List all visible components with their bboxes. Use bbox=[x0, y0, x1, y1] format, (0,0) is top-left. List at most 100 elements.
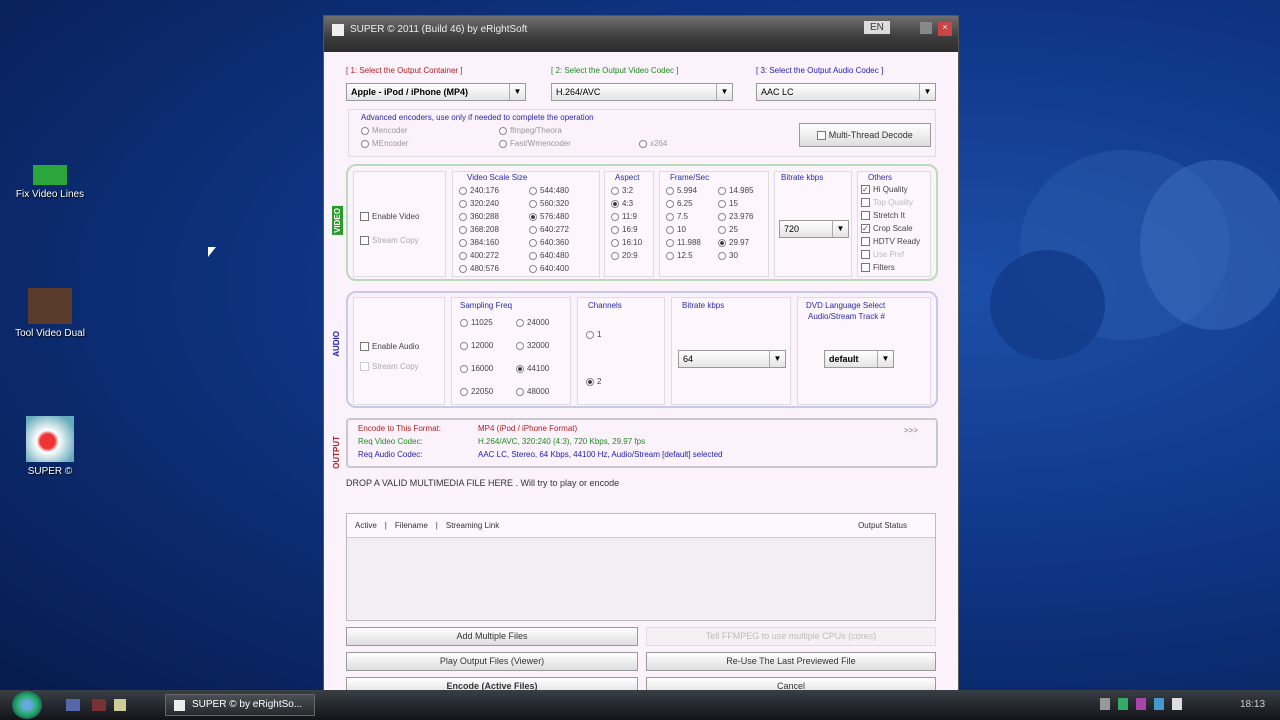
video-stream-copy-checkbox[interactable]: Stream Copy bbox=[360, 234, 419, 247]
sampling-freq-radio[interactable]: 44100 bbox=[516, 362, 572, 375]
checkbox bbox=[861, 237, 870, 246]
fps-radio[interactable]: 7.5 bbox=[666, 210, 718, 223]
scale-size-radio[interactable]: 640:360 bbox=[529, 236, 599, 249]
sampling-freq-radio[interactable]: 24000 bbox=[516, 316, 572, 329]
audio-codec-select[interactable]: AAC LC ▼ bbox=[756, 83, 936, 101]
enable-audio-checkbox[interactable]: Enable Audio bbox=[360, 340, 419, 353]
quick-launch-show-desktop-icon[interactable] bbox=[66, 699, 80, 711]
others-checkbox[interactable]: Top Quality bbox=[861, 196, 920, 209]
tray-app-icon[interactable] bbox=[1118, 698, 1128, 710]
advanced-encoder-option[interactable]: Mencoder bbox=[361, 124, 408, 137]
output-section-label: OUTPUT bbox=[332, 436, 341, 469]
fps-radio[interactable]: 30 bbox=[718, 249, 770, 262]
others-checkbox[interactable]: Stretch It bbox=[861, 209, 920, 222]
multi-thread-decode-button[interactable]: Multi-Thread Decode bbox=[799, 123, 931, 147]
add-files-button[interactable]: Add Multiple Files bbox=[346, 627, 638, 646]
window-title: SUPER © 2011 (Build 46) by eRightSoft bbox=[350, 24, 528, 35]
others-checkbox[interactable]: HDTV Ready bbox=[861, 235, 920, 248]
radio bbox=[459, 264, 467, 273]
scale-size-radio[interactable]: 560:320 bbox=[529, 197, 599, 210]
aspect-radio[interactable]: 16:9 bbox=[611, 223, 642, 236]
language-badge[interactable]: EN bbox=[864, 21, 890, 34]
clock[interactable]: 18:13 bbox=[1240, 699, 1265, 710]
scale-size-radio[interactable]: 576:480 bbox=[529, 210, 599, 223]
fps-radio[interactable]: 11.988 bbox=[666, 236, 718, 249]
fps-radio[interactable]: 5.994 bbox=[666, 184, 718, 197]
scale-size-radio[interactable]: 640:272 bbox=[529, 223, 599, 236]
aspect-radio[interactable]: 16:10 bbox=[611, 236, 642, 249]
column-filename[interactable]: Filename bbox=[395, 521, 428, 530]
advanced-encoder-option[interactable]: ffmpeg/Theora bbox=[499, 124, 571, 137]
network-icon[interactable] bbox=[1100, 698, 1110, 710]
file-list[interactable]: Active | Filename | Streaming Link Output St… bbox=[346, 513, 936, 621]
desktop-icon-fix-video[interactable]: Fix Video Lines bbox=[0, 165, 100, 200]
scale-size-radio[interactable]: 384:160 bbox=[459, 236, 529, 249]
aspect-radio[interactable]: 20:9 bbox=[611, 249, 642, 262]
others-checkbox[interactable]: ✓ Hi Quality bbox=[861, 183, 920, 196]
container-select[interactable]: Apple - iPod / iPhone (MP4) ▼ bbox=[346, 83, 526, 101]
radio bbox=[361, 139, 369, 148]
desktop-icon-tool-video[interactable]: Tool Video Dual bbox=[0, 288, 100, 339]
others-checkbox[interactable]: ✓ Crop Scale bbox=[861, 222, 920, 235]
others-checkbox[interactable]: Use Pref bbox=[861, 248, 920, 261]
fps-radio[interactable]: 14.985 bbox=[718, 184, 770, 197]
desktop-icon-super[interactable]: SUPER © bbox=[0, 416, 100, 477]
radio bbox=[516, 387, 524, 396]
title-bar[interactable]: SUPER © 2011 (Build 46) by eRightSoft EN… bbox=[324, 16, 958, 52]
video-codec-select[interactable]: H.264/AVC ▼ bbox=[551, 83, 733, 101]
close-button[interactable]: × bbox=[938, 22, 952, 36]
aspect-radio[interactable]: 3:2 bbox=[611, 184, 642, 197]
start-button[interactable] bbox=[12, 691, 42, 719]
fps-radio[interactable]: 25 bbox=[718, 223, 770, 236]
sampling-freq-radio[interactable]: 32000 bbox=[516, 339, 572, 352]
taskbar-task-super[interactable]: SUPER © by eRightSo... bbox=[165, 694, 315, 716]
advanced-encoder-option[interactable]: x264 bbox=[639, 137, 667, 150]
fps-radio[interactable]: 15 bbox=[718, 197, 770, 210]
advanced-encoder-option[interactable]: MEncoder bbox=[361, 137, 408, 150]
sampling-freq-radio[interactable]: 16000 bbox=[460, 362, 516, 375]
quick-launch-media-icon[interactable] bbox=[92, 699, 106, 711]
sampling-freq-radio[interactable]: 12000 bbox=[460, 339, 516, 352]
audio-stream-copy-checkbox[interactable]: Stream Copy bbox=[360, 360, 419, 373]
fps-radio[interactable]: 23.976 bbox=[718, 210, 770, 223]
radio bbox=[499, 139, 507, 148]
fps-radio[interactable]: 29.97 bbox=[718, 236, 770, 249]
scale-size-radio[interactable]: 544:480 bbox=[529, 184, 599, 197]
enable-video-checkbox[interactable]: Enable Video bbox=[360, 210, 419, 223]
sampling-freq-radio[interactable]: 22050 bbox=[460, 385, 516, 398]
sampling-freq-radio[interactable]: 11025 bbox=[460, 316, 516, 329]
tray-app-icon[interactable] bbox=[1136, 698, 1146, 710]
scale-size-radio[interactable]: 320:240 bbox=[459, 197, 529, 210]
dvd-language-select[interactable]: default ▼ bbox=[824, 350, 894, 368]
aspect-radio[interactable]: 4:3 bbox=[611, 197, 642, 210]
quick-launch-notes-icon[interactable] bbox=[114, 699, 126, 711]
fps-radio[interactable]: 12.5 bbox=[666, 249, 718, 262]
more-button[interactable]: >>> bbox=[904, 426, 918, 435]
others-checkbox[interactable]: Filters bbox=[861, 261, 920, 274]
scale-size-radio[interactable]: 640:400 bbox=[529, 262, 599, 275]
fps-radio[interactable]: 6.25 bbox=[666, 197, 718, 210]
column-output-status[interactable]: Output Status bbox=[858, 521, 907, 530]
advanced-encoder-option[interactable]: Fast/Wmencoder bbox=[499, 137, 571, 150]
play-output-button[interactable]: Play Output Files (Viewer) bbox=[346, 652, 638, 671]
column-streaming-link[interactable]: Streaming Link bbox=[446, 521, 499, 530]
fps-radio[interactable]: 10 bbox=[666, 223, 718, 236]
reuse-previewed-button[interactable]: Re-Use The Last Previewed File bbox=[646, 652, 936, 671]
scale-size-radio[interactable]: 240:176 bbox=[459, 184, 529, 197]
scale-size-radio[interactable]: 640:480 bbox=[529, 249, 599, 262]
volume-icon[interactable] bbox=[1172, 698, 1182, 710]
channels-radio[interactable]: 2 bbox=[586, 375, 601, 388]
minimize-button[interactable] bbox=[920, 22, 932, 34]
sampling-freq-radio[interactable]: 48000 bbox=[516, 385, 572, 398]
scale-size-radio[interactable]: 360:288 bbox=[459, 210, 529, 223]
channels-radio[interactable]: 1 bbox=[586, 328, 601, 341]
tray-app-icon[interactable] bbox=[1154, 698, 1164, 710]
video-bitrate-select[interactable]: 720 ▼ bbox=[779, 220, 849, 238]
scale-size-radio[interactable]: 480:576 bbox=[459, 262, 529, 275]
multi-cpu-button[interactable]: Tell FFMPEG to use multiple CPUs (cores) bbox=[646, 627, 936, 646]
scale-size-radio[interactable]: 368:208 bbox=[459, 223, 529, 236]
audio-bitrate-select[interactable]: 64 ▼ bbox=[678, 350, 786, 368]
scale-size-radio[interactable]: 400:272 bbox=[459, 249, 529, 262]
aspect-radio[interactable]: 11:9 bbox=[611, 210, 642, 223]
column-active[interactable]: Active bbox=[355, 521, 377, 530]
